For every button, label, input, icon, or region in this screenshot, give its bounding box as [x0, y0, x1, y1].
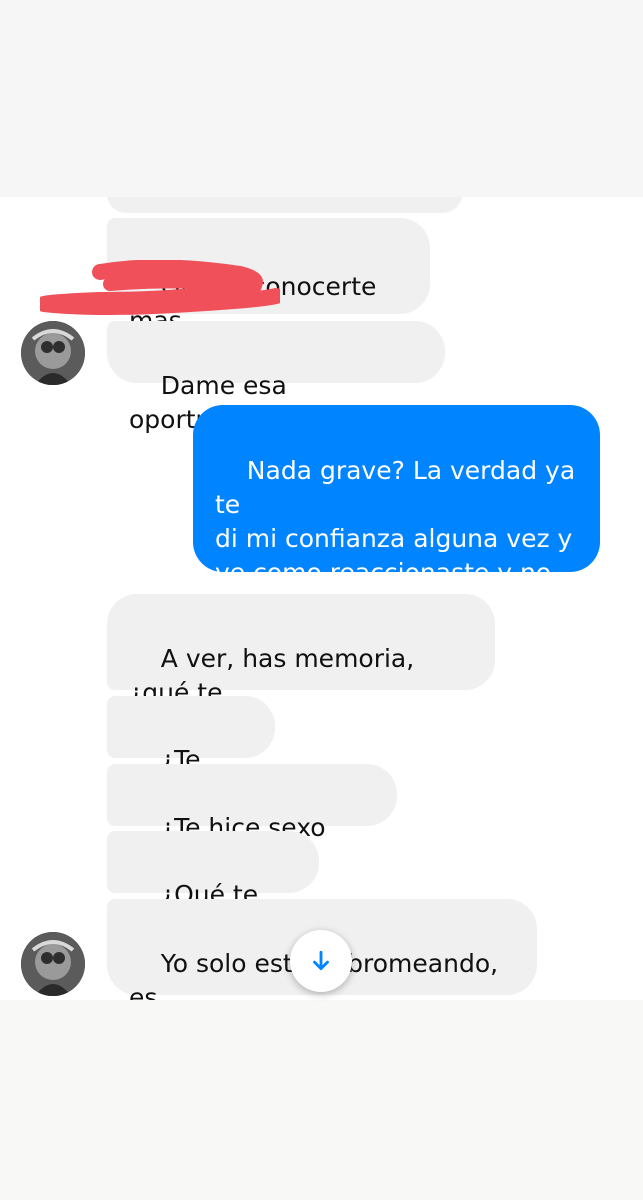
message-bubble-incoming	[107, 197, 462, 213]
avatar-image	[21, 932, 85, 996]
message-bubble-incoming: A ver, has memoria, ¿qué te hice?	[107, 594, 495, 741]
scroll-to-bottom-button[interactable]	[290, 930, 352, 992]
bottom-blank-area	[0, 1000, 643, 1200]
avatar-image	[21, 321, 85, 385]
contact-avatar[interactable]	[21, 932, 85, 996]
message-bubble-incoming: ¿Te hice sexo anal?	[107, 764, 397, 876]
message-bubble-outgoing: Nada grave? La verdad ya te di mi confia…	[193, 405, 600, 621]
contact-avatar[interactable]	[21, 321, 85, 385]
redaction-scribble	[40, 260, 280, 315]
message-bubble-incoming: ¿Qué te hice?	[107, 831, 319, 943]
message-bubble-incoming: Dame esa oportunidad.	[107, 321, 445, 434]
message-bubble-incoming: ¿Te viole?	[107, 696, 275, 808]
top-blank-area	[0, 0, 643, 197]
arrow-down-icon	[313, 950, 329, 970]
